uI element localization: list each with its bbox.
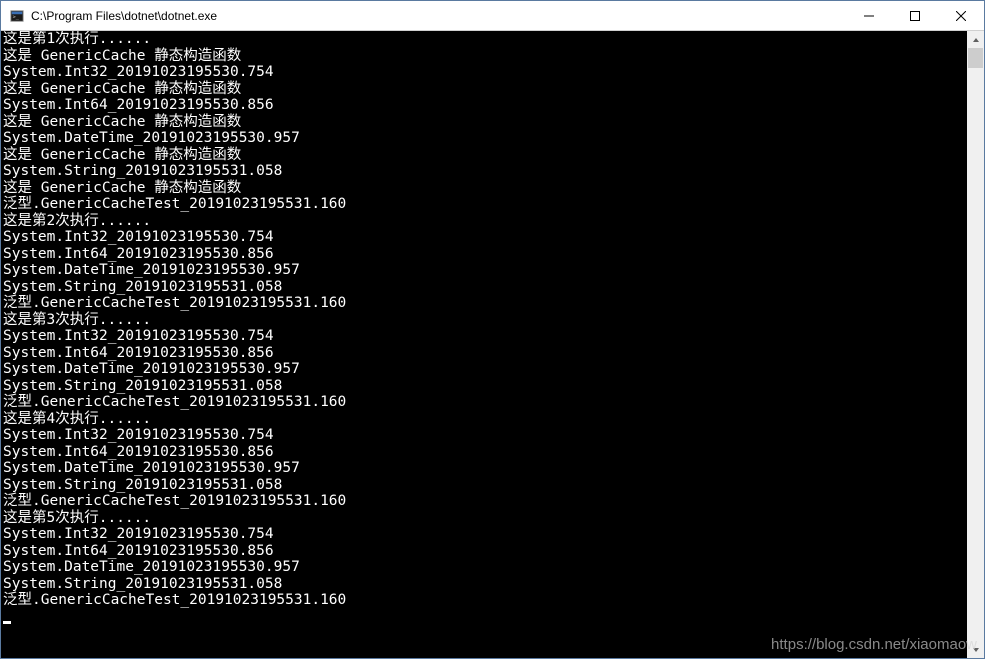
window-controls — [846, 1, 984, 30]
console-line: System.Int64_20191023195530.856 — [3, 543, 965, 560]
console-line: 这是 GenericCache 静态构造函数 — [3, 147, 965, 164]
console-line: System.DateTime_20191023195530.957 — [3, 262, 965, 279]
console-line: System.String_20191023195531.058 — [3, 477, 965, 494]
console-line: System.Int32_20191023195530.754 — [3, 328, 965, 345]
console-line: System.String_20191023195531.058 — [3, 378, 965, 395]
console-line: System.DateTime_20191023195530.957 — [3, 559, 965, 576]
minimize-button[interactable] — [846, 1, 892, 30]
cursor-line — [3, 609, 965, 626]
console-line: System.Int64_20191023195530.856 — [3, 345, 965, 362]
console-output[interactable]: 这是第1次执行......这是 GenericCache 静态构造函数Syste… — [1, 31, 967, 658]
console-line: 这是 GenericCache 静态构造函数 — [3, 114, 965, 131]
console-line: System.Int64_20191023195530.856 — [3, 97, 965, 114]
console-line: System.String_20191023195531.058 — [3, 576, 965, 593]
close-button[interactable] — [938, 1, 984, 30]
scroll-up-button[interactable] — [967, 31, 984, 48]
console-line: 这是第4次执行...... — [3, 411, 965, 428]
app-icon: >_ — [9, 8, 25, 24]
console-line: 这是 GenericCache 静态构造函数 — [3, 81, 965, 98]
console-line: 泛型.GenericCacheTest_20191023195531.160 — [3, 493, 965, 510]
titlebar[interactable]: >_ C:\Program Files\dotnet\dotnet.exe — [1, 1, 984, 31]
console-line: System.Int32_20191023195530.754 — [3, 427, 965, 444]
console-line: 泛型.GenericCacheTest_20191023195531.160 — [3, 394, 965, 411]
console-line: 这是第3次执行...... — [3, 312, 965, 329]
console-line: 这是第5次执行...... — [3, 510, 965, 527]
console-line: System.Int32_20191023195530.754 — [3, 64, 965, 81]
cursor — [3, 621, 11, 624]
scroll-thumb[interactable] — [968, 48, 983, 68]
maximize-button[interactable] — [892, 1, 938, 30]
console-line: 这是 GenericCache 静态构造函数 — [3, 180, 965, 197]
console-line: 泛型.GenericCacheTest_20191023195531.160 — [3, 295, 965, 312]
console-line: System.DateTime_20191023195530.957 — [3, 460, 965, 477]
console-line: System.DateTime_20191023195530.957 — [3, 130, 965, 147]
console-line: System.String_20191023195531.058 — [3, 163, 965, 180]
console-line: 泛型.GenericCacheTest_20191023195531.160 — [3, 592, 965, 609]
scroll-track[interactable] — [967, 48, 984, 641]
console-body: 这是第1次执行......这是 GenericCache 静态构造函数Syste… — [1, 31, 984, 658]
svg-text:>_: >_ — [13, 14, 20, 20]
console-line: 这是 GenericCache 静态构造函数 — [3, 48, 965, 65]
scroll-down-button[interactable] — [967, 641, 984, 658]
vertical-scrollbar[interactable] — [967, 31, 984, 658]
console-line: 这是第2次执行...... — [3, 213, 965, 230]
console-window: >_ C:\Program Files\dotnet\dotnet.exe 这是… — [0, 0, 985, 659]
console-line: System.String_20191023195531.058 — [3, 279, 965, 296]
console-line: 这是第1次执行...... — [3, 31, 965, 48]
console-line: System.DateTime_20191023195530.957 — [3, 361, 965, 378]
console-line: System.Int64_20191023195530.856 — [3, 246, 965, 263]
console-line: 泛型.GenericCacheTest_20191023195531.160 — [3, 196, 965, 213]
console-line: System.Int32_20191023195530.754 — [3, 229, 965, 246]
window-title: C:\Program Files\dotnet\dotnet.exe — [31, 9, 846, 23]
console-line: System.Int64_20191023195530.856 — [3, 444, 965, 461]
console-line: System.Int32_20191023195530.754 — [3, 526, 965, 543]
